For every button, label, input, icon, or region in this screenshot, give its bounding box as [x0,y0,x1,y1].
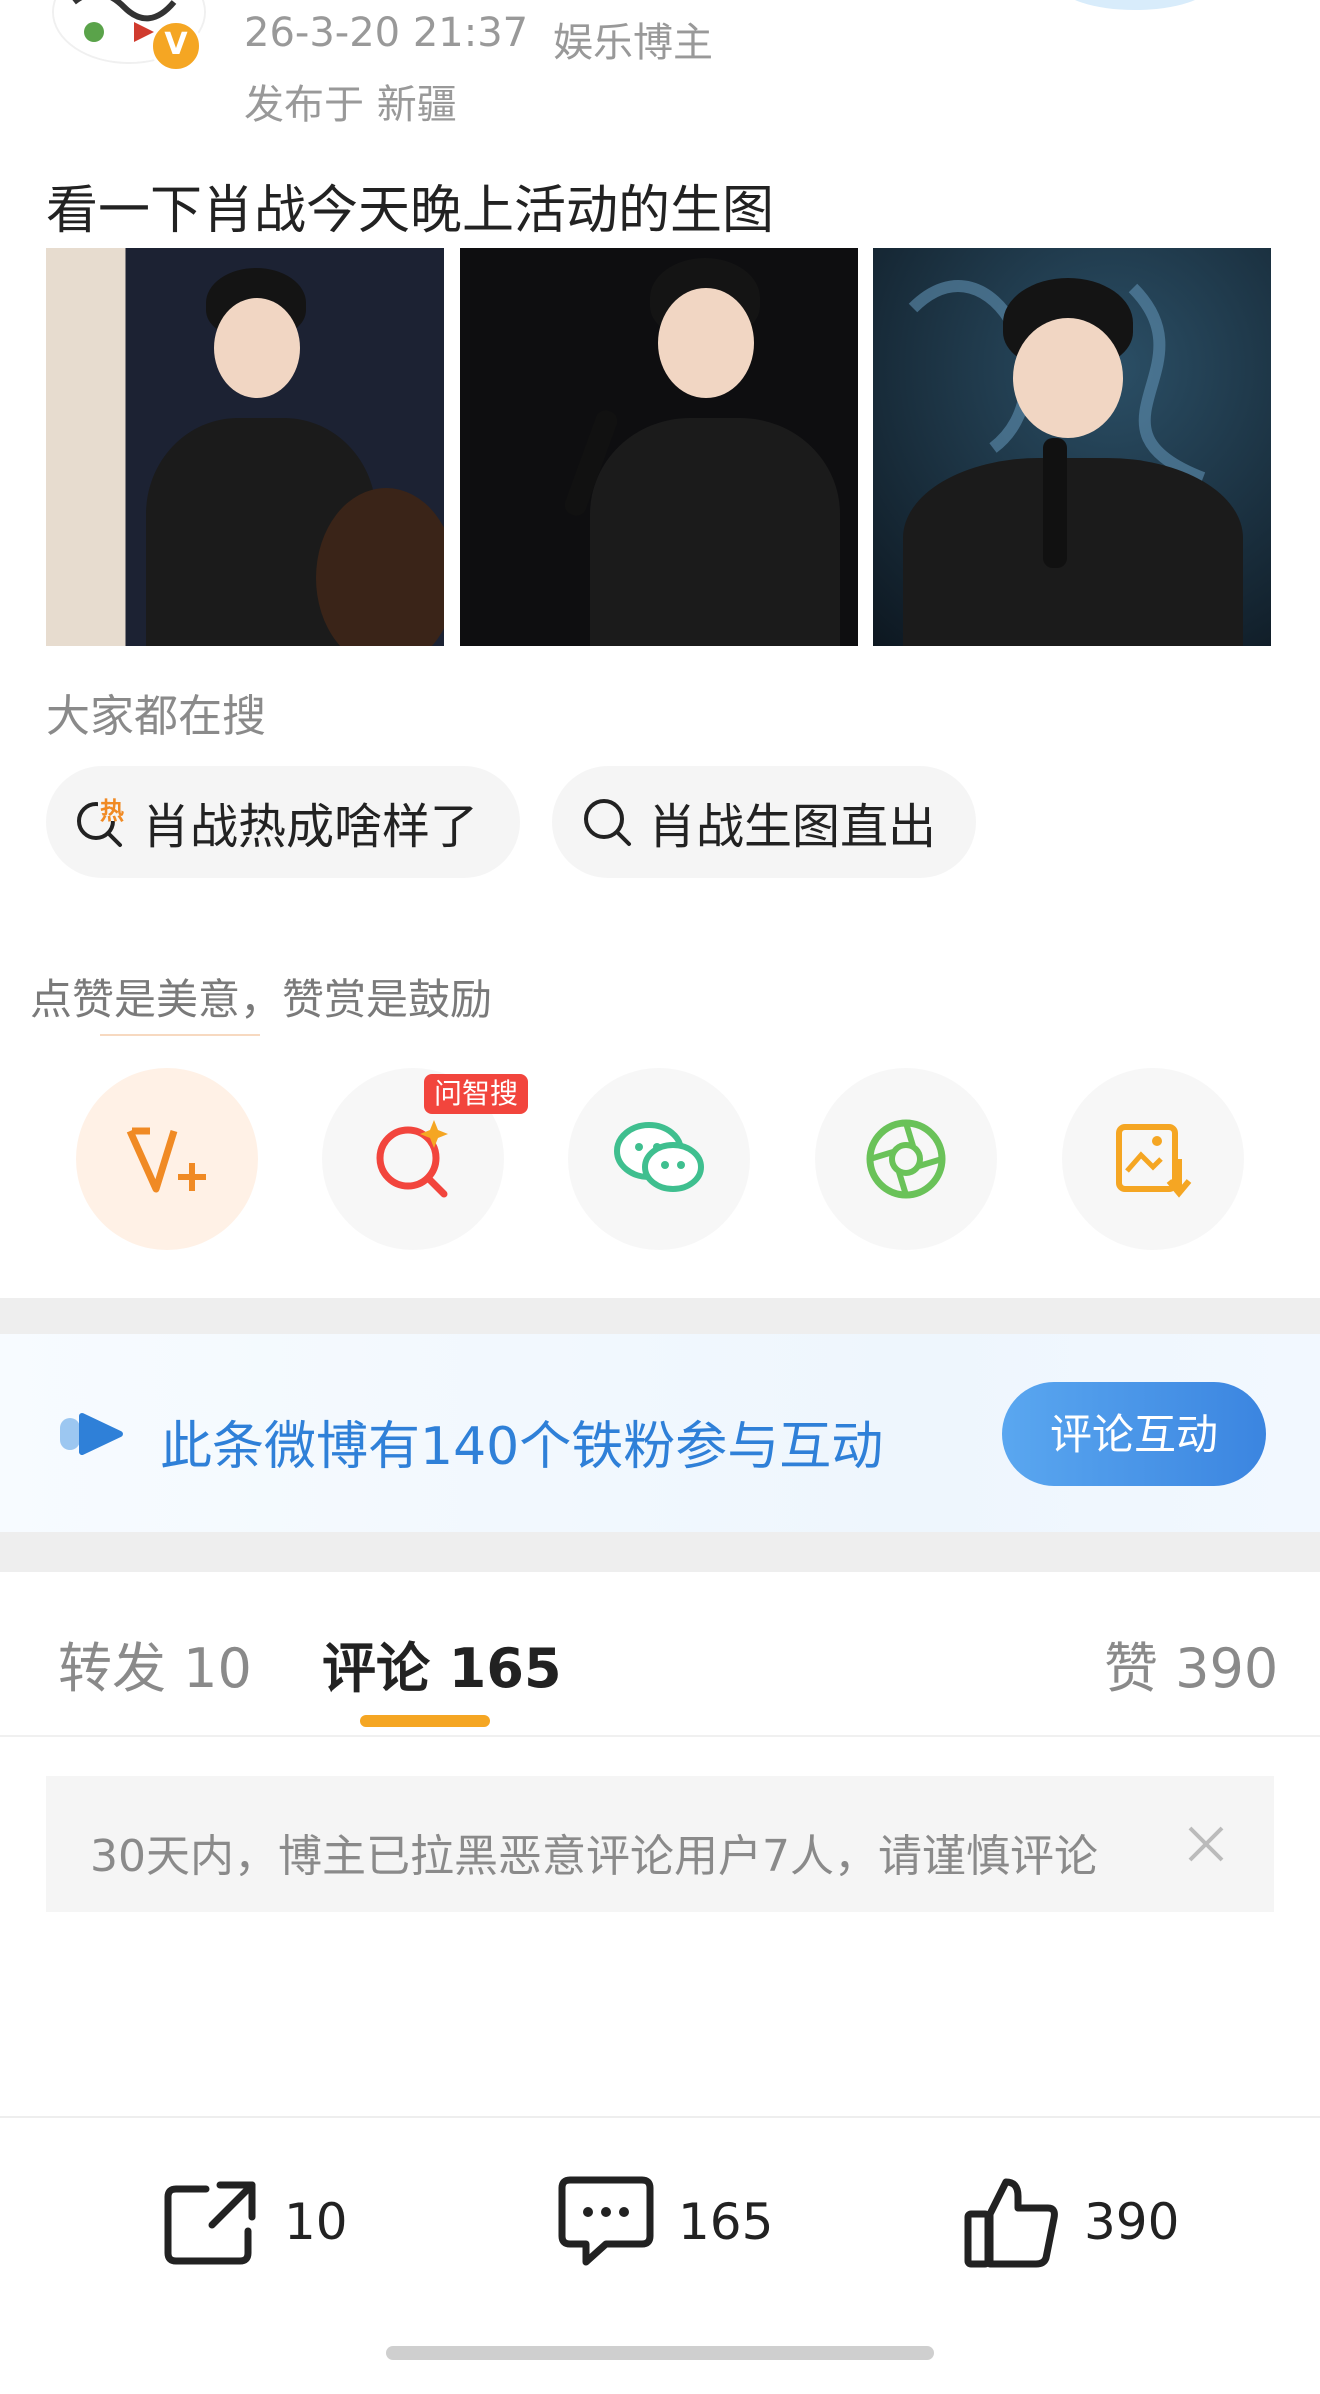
comment-button[interactable]: 165 [556,2172,773,2272]
save-image-icon [1116,1124,1192,1198]
comment-interact-button[interactable]: 评论互动 [1002,1382,1266,1486]
section-separator [0,1532,1320,1572]
comment-count: 165 [678,2193,774,2251]
fans-play-icon [58,1412,128,1456]
post-photo-3[interactable] [873,248,1271,646]
hot-search-chip[interactable]: 热 肖战热成啥样了 [46,766,520,878]
ai-search-icon [376,1120,448,1198]
section-separator [0,1298,1320,1334]
moments-share-button[interactable] [815,1068,997,1250]
search-icon [580,795,634,849]
thumbs-up-icon [964,2178,1058,2268]
post-text: 看一下肖战今天晚上活动的生图 [46,181,775,241]
save-image-button[interactable] [1062,1068,1244,1250]
tab-likes[interactable]: 赞 390 [1104,1624,1278,1703]
author-tag: 娱乐博主 [553,20,713,66]
v-plus-icon [126,1127,206,1193]
hot-glyph: 热 [100,797,124,825]
decorative-blob [1060,0,1210,10]
post-photo-1[interactable] [46,248,444,646]
close-icon[interactable] [1180,1818,1232,1870]
moments-icon [866,1119,946,1199]
chip-label: 肖战热成啥样了 [142,799,479,855]
like-button[interactable]: 390 [962,2172,1179,2272]
hot-search-icon: 热 [74,795,128,849]
search-heading: 大家都在搜 [46,691,266,742]
notice-text: 30天内，博主已拉黑恶意评论用户7人，请谨慎评论 [90,1831,1098,1882]
post-location: 发布于 新疆 [244,82,457,128]
fans-banner-text: 此条微博有140个铁粉参与互动 [160,1417,884,1477]
home-indicator[interactable] [386,2346,934,2360]
chip-label: 肖战生图直出 [648,799,937,855]
like-count: 390 [1084,2193,1180,2251]
repost-button[interactable]: 10 [162,2172,348,2272]
wechat-share-button[interactable] [568,1068,750,1250]
tab-comment[interactable]: 评论 165 [322,1624,562,1703]
post-date: 26-3-20 21:37 [244,10,529,56]
reward-text: 点赞是美意，赞赏是鼓励 [30,975,493,1024]
ai-search-badge: 问智搜 [424,1074,529,1114]
post-photo-2[interactable] [460,248,858,646]
active-tab-indicator [360,1715,490,1727]
verified-badge-icon: V [150,20,202,72]
share-icon [164,2181,256,2265]
comment-icon [558,2176,654,2266]
divider [100,1034,260,1036]
divider [0,1735,1320,1737]
wechat-icon [614,1122,704,1192]
v-plus-button[interactable] [76,1068,258,1250]
tab-repost[interactable]: 转发 10 [58,1624,252,1703]
search-chip[interactable]: 肖战生图直出 [552,766,976,878]
repost-count: 10 [284,2193,348,2251]
